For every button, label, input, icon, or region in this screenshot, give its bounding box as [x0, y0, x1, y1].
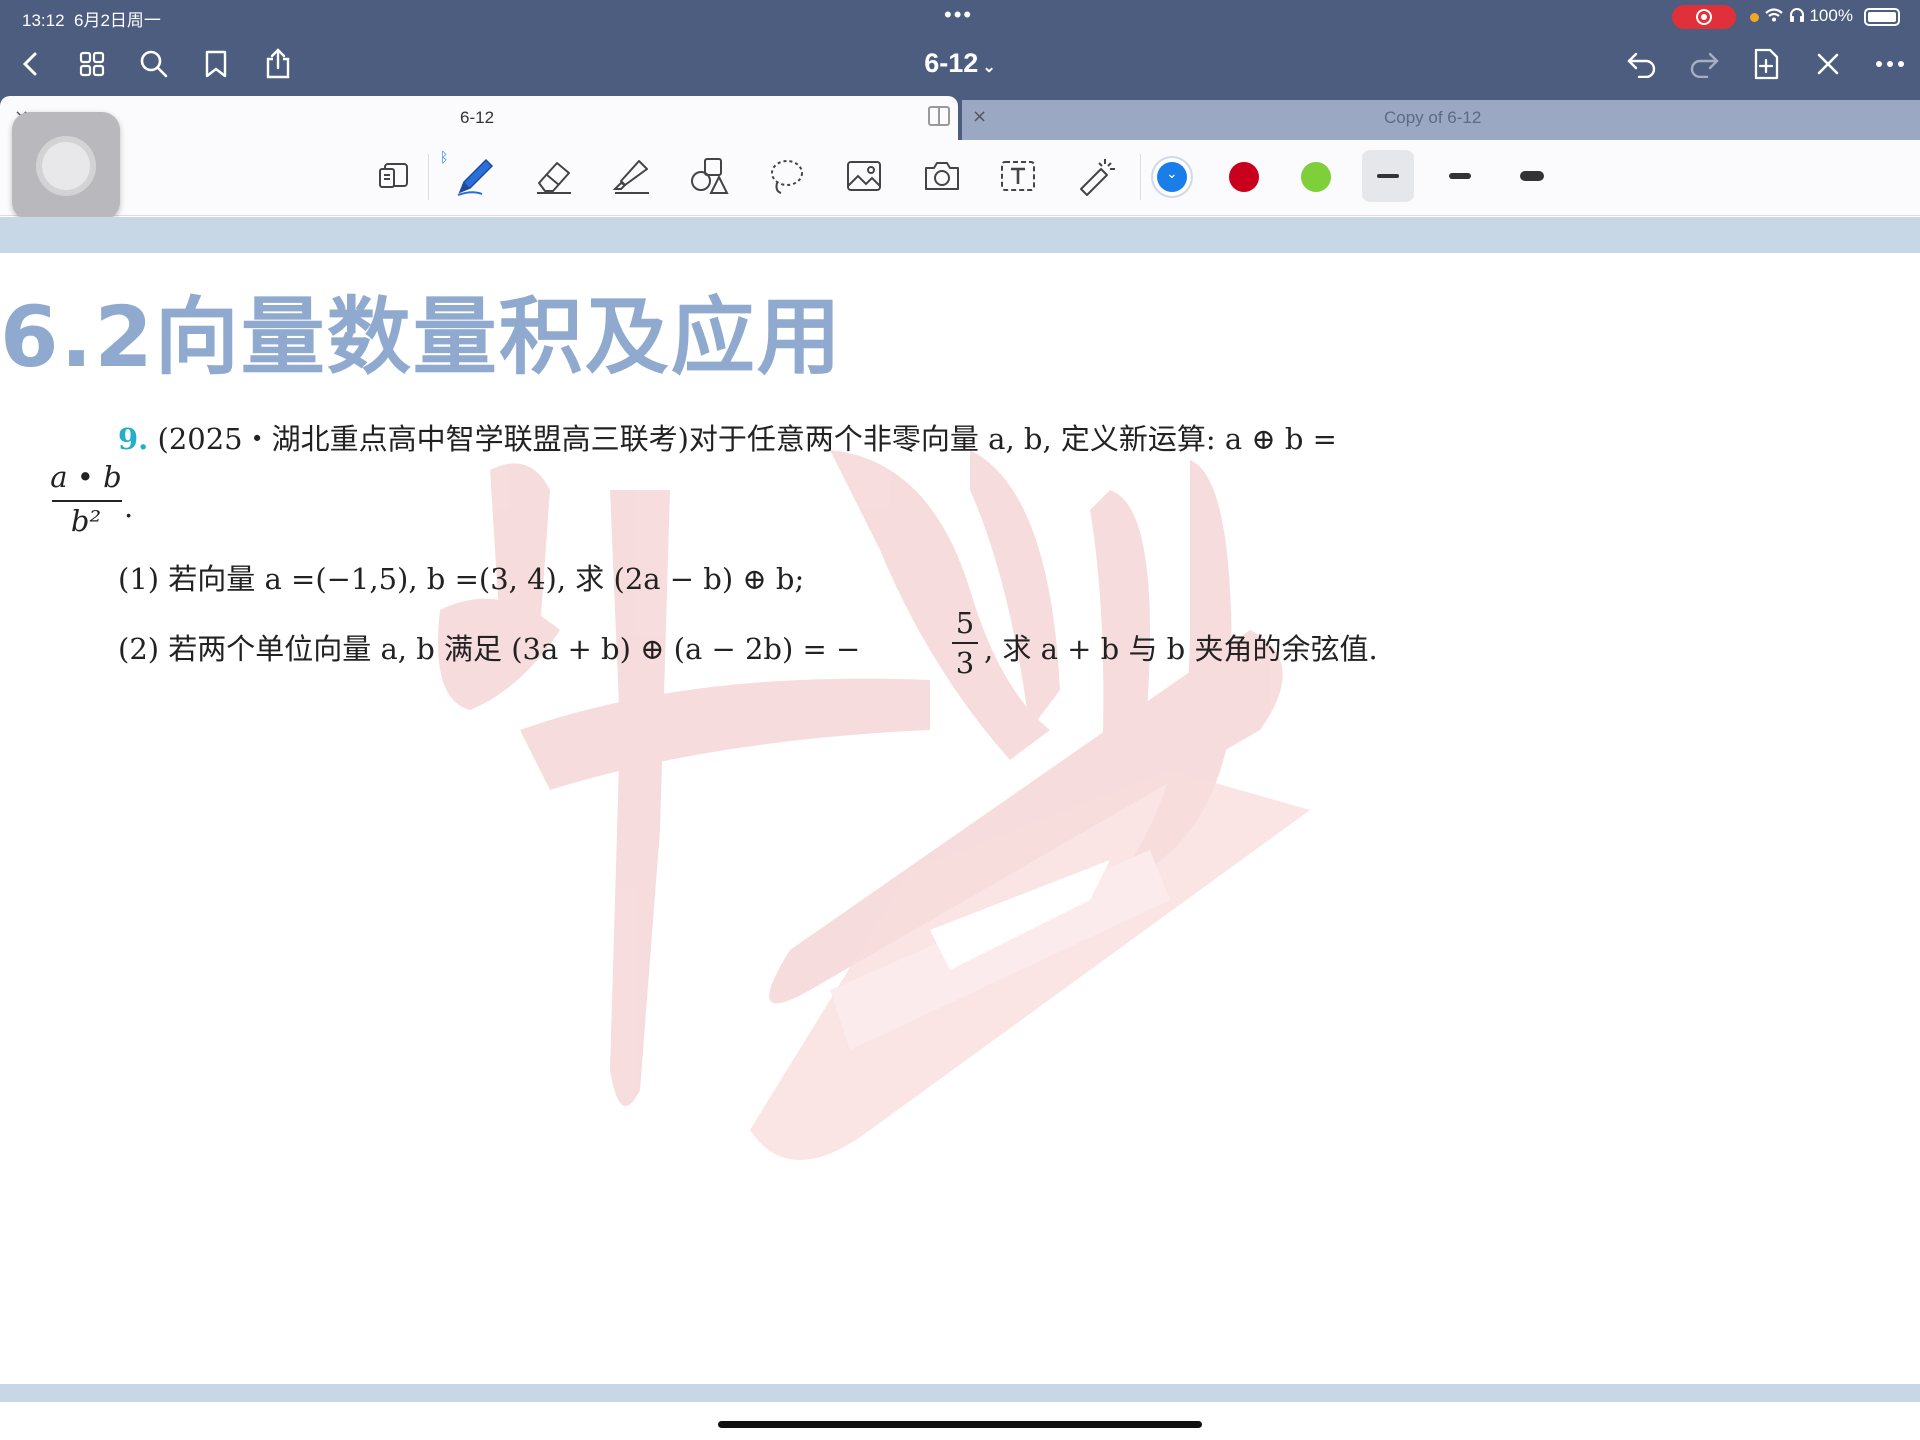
stroke-width-medium[interactable]: [1434, 150, 1486, 202]
question-part-2-end: , 求 a + b 与 b 夹角的余弦值.: [984, 632, 1378, 666]
fraction-denominator-3: 3: [955, 646, 975, 680]
color-swatch-red[interactable]: [1229, 162, 1259, 192]
document-title[interactable]: 6-12 ⌄: [900, 48, 1020, 79]
pen-icon[interactable]: [452, 154, 496, 198]
wifi-icon: [1765, 8, 1783, 22]
drawing-toolbar: ᛒ ⌄: [0, 140, 1920, 216]
toolbar-divider: [1140, 154, 1141, 200]
tab-label: 6-12: [460, 108, 495, 127]
eraser-icon[interactable]: [532, 154, 576, 198]
fraction-denominator: b²: [70, 504, 102, 538]
question-number: 9.: [118, 422, 149, 456]
tab-label: Copy of 6-12: [1384, 108, 1482, 127]
split-view-icon[interactable]: [928, 106, 950, 126]
page-footer-band: [0, 1384, 1920, 1402]
stroke-width-thin[interactable]: [1362, 150, 1414, 202]
watermark-logo: [438, 450, 1310, 1160]
tab-close-icon[interactable]: ×: [972, 106, 987, 127]
fraction-bar: [52, 500, 122, 502]
color-swatch-green[interactable]: [1301, 162, 1331, 192]
chevron-down-icon[interactable]: ⌄: [982, 59, 995, 76]
battery-icon: [1864, 8, 1900, 26]
read-mode-icon[interactable]: [372, 154, 416, 198]
tab-copy-of-6-12[interactable]: × Copy of 6-12: [962, 100, 1920, 140]
mic-indicator-dot: [1750, 13, 1759, 22]
bookmark-icon[interactable]: [196, 44, 236, 84]
tab-bar: × 6-12 × Copy of 6-12: [0, 96, 1920, 140]
headphones-icon: [1789, 8, 1804, 22]
close-x-icon[interactable]: [1808, 44, 1848, 84]
tab-6-12[interactable]: × 6-12: [0, 96, 958, 140]
page-header-band: [0, 217, 1920, 253]
screen-record-indicator[interactable]: [1672, 5, 1736, 29]
top-navigation-bar: 13:12 6月2日周一 ••• 100% 6-12 ⌄: [0, 0, 1920, 96]
question-stem: (2025・湖北重点高中智学联盟高三联考)对于任意两个非零向量 a, b, 定义…: [157, 422, 1337, 456]
bluetooth-icon: ᛒ: [440, 150, 449, 166]
toolbar-divider: [428, 154, 429, 200]
home-indicator[interactable]: [718, 1421, 1202, 1428]
chevron-down-icon: ⌄: [1166, 166, 1178, 182]
battery-percent: 100%: [1809, 6, 1853, 25]
undo-icon[interactable]: [1622, 44, 1662, 84]
question-part-2-start: (2) 若两个单位向量 a, b 满足 (3a + b) ⊕ (a − 2b) …: [118, 632, 861, 666]
fraction-bar: [952, 642, 978, 644]
share-icon[interactable]: [258, 44, 298, 84]
stroke-width-thick[interactable]: [1506, 150, 1558, 202]
more-icon[interactable]: [1870, 44, 1910, 84]
text-box-icon[interactable]: [996, 154, 1040, 198]
question-part-1: (1) 若向量 a =(−1,5), b =(3, 4), 求 (2a − b)…: [118, 562, 805, 596]
highlighter-icon[interactable]: [610, 154, 654, 198]
lasso-icon[interactable]: [764, 154, 808, 198]
redo-icon[interactable]: [1684, 44, 1724, 84]
search-icon[interactable]: [134, 44, 174, 84]
image-icon[interactable]: [842, 154, 886, 198]
back-icon[interactable]: [10, 44, 50, 84]
multitask-dots[interactable]: •••: [944, 2, 973, 28]
laser-pointer-icon[interactable]: [1074, 154, 1118, 198]
grid-icon[interactable]: [72, 44, 112, 84]
shapes-icon[interactable]: [686, 154, 730, 198]
question-line-1: 9. (2025・湖北重点高中智学联盟高三联考)对于任意两个非零向量 a, b,…: [118, 416, 1337, 458]
status-time: 13:12 6月2日周一: [22, 11, 161, 30]
status-right: 100%: [1764, 6, 1853, 26]
status-date: 6月2日周一: [74, 11, 161, 30]
fraction-period: .: [124, 490, 134, 524]
camera-icon[interactable]: [920, 154, 964, 198]
fraction-numerator-5: 5: [955, 606, 975, 640]
section-heading: 6.2向量数量积及应用: [0, 288, 843, 386]
assistive-touch-button[interactable]: [12, 112, 120, 220]
add-page-icon[interactable]: [1746, 44, 1786, 84]
fraction-numerator: a • b: [50, 460, 122, 494]
color-swatch-blue[interactable]: ⌄: [1157, 162, 1187, 192]
